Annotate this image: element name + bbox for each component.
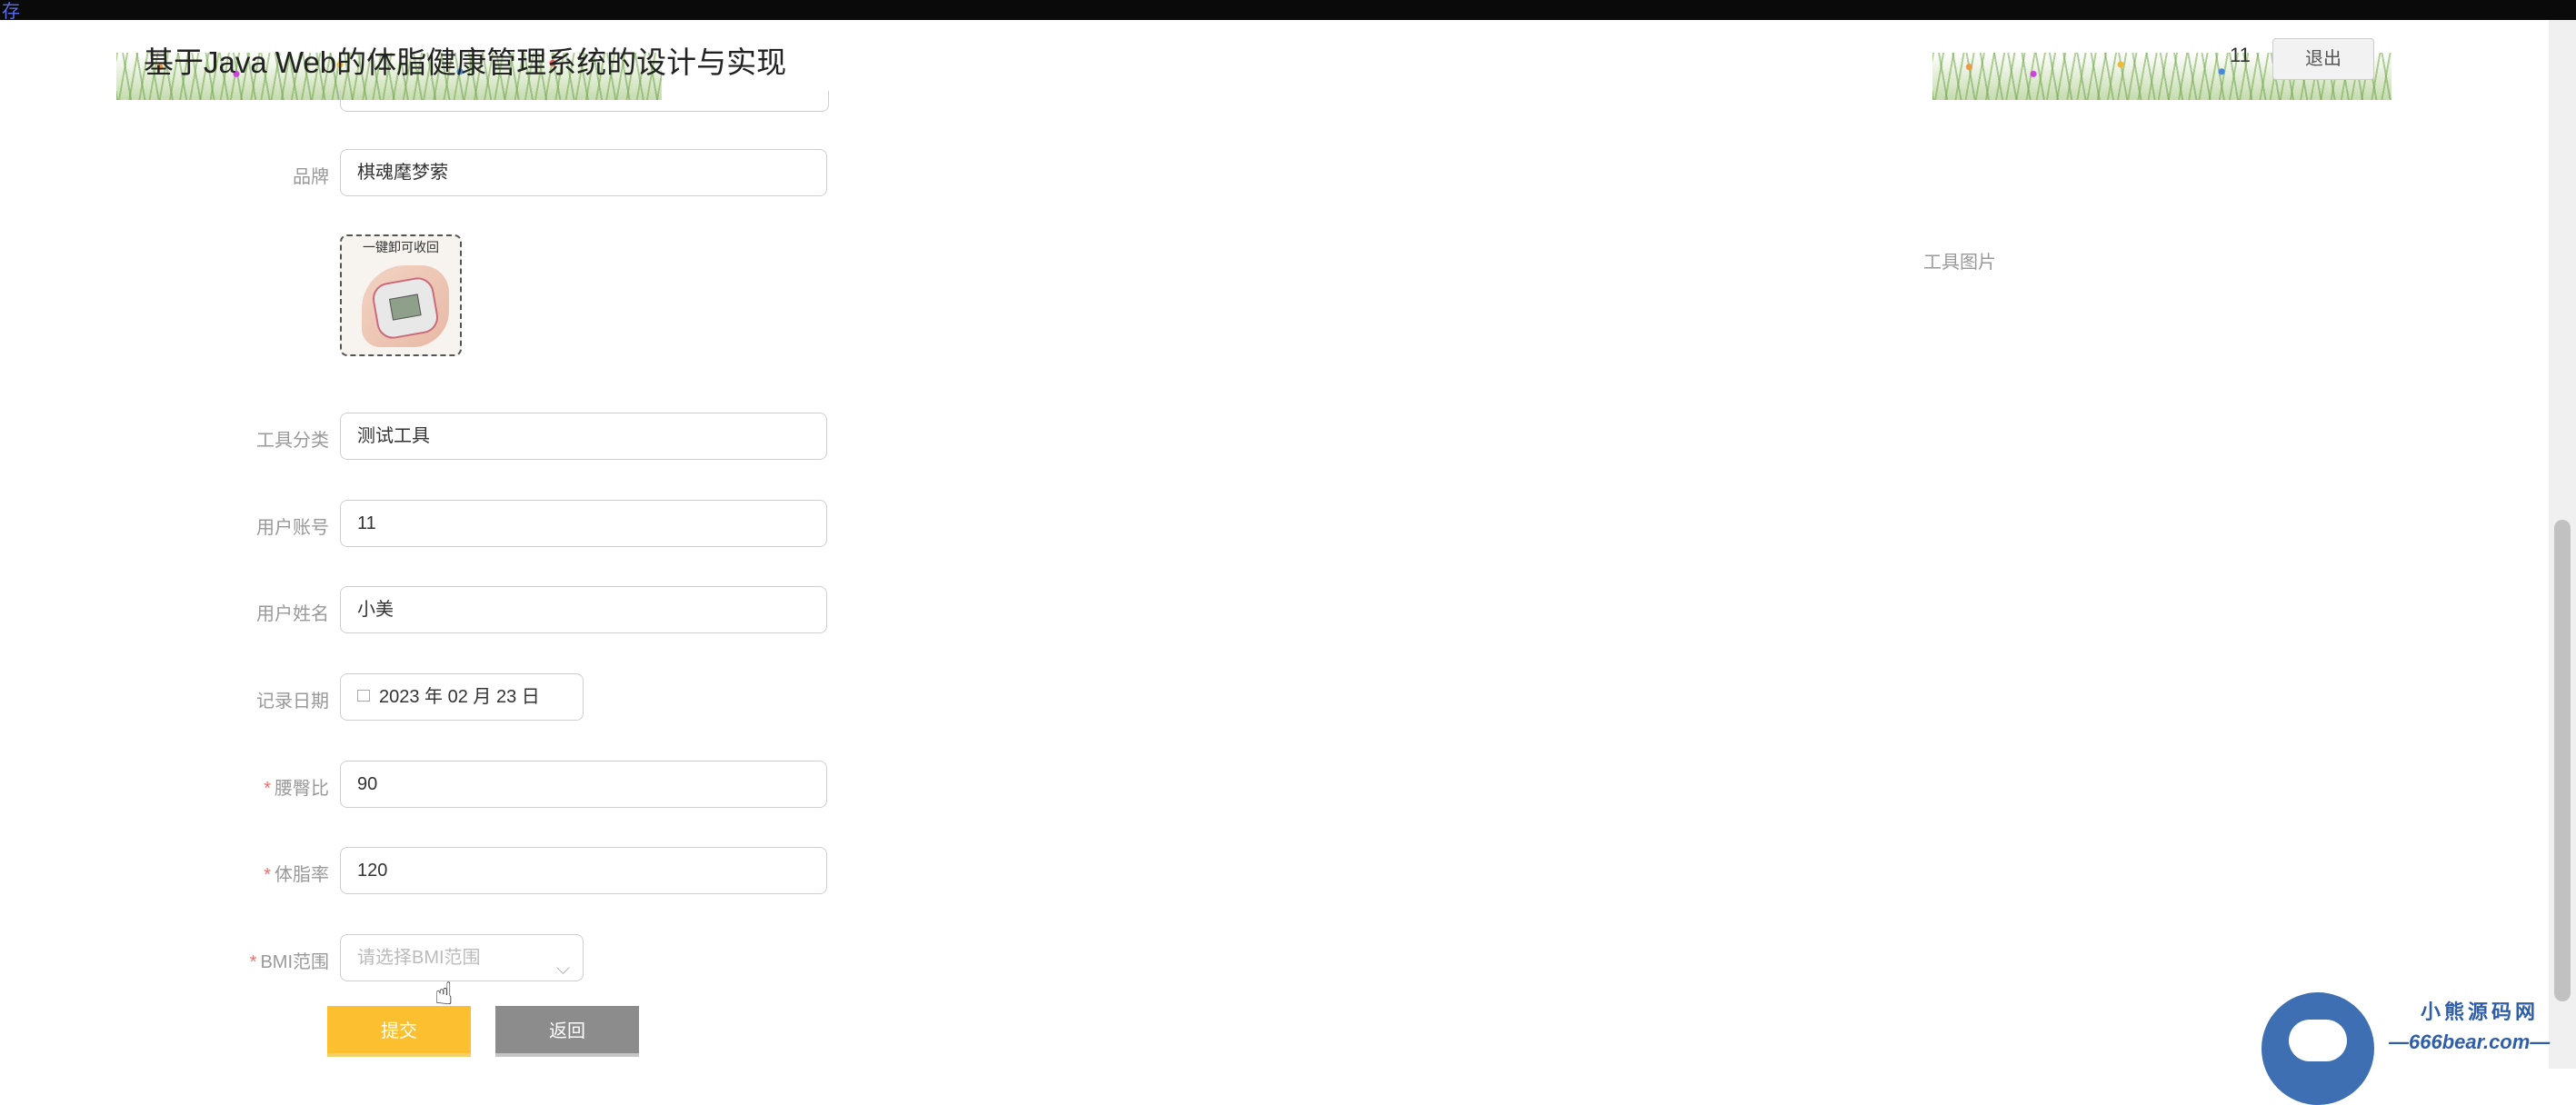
record-date-value: 2023 年 02 月 23 日: [379, 687, 540, 707]
waist-hip-ratio-row: * 腰臀比 90: [0, 761, 909, 810]
tool-image-device: [370, 274, 441, 342]
calendar-icon: [357, 690, 370, 702]
bear-face: [2289, 1020, 2347, 1061]
required-mark: *: [264, 865, 271, 885]
back-button[interactable]: 返回: [495, 1006, 639, 1057]
record-date-label: 记录日期: [256, 692, 329, 712]
chevron-down-icon: ⌵: [555, 959, 570, 979]
scrolled-input-edge: [340, 91, 829, 112]
tool-image-label: 工具图片: [1923, 253, 1996, 273]
user-name-label: 用户姓名: [256, 604, 329, 624]
logout-button[interactable]: 退出: [2272, 38, 2374, 80]
user-account-row: 用户账号 11: [0, 500, 909, 549]
brand-input[interactable]: 棋魂麾梦萦: [340, 149, 827, 196]
user-name-row: 用户姓名 小美: [0, 586, 909, 635]
app-header: 基于Java Web的体脂健康管理系统的设计与实现 11 退出: [116, 20, 2391, 100]
bmi-range-placeholder: 请选择BMI范围: [357, 948, 481, 968]
top-black-bar: 存: [0, 0, 2576, 22]
page-scrollbar[interactable]: [2549, 20, 2576, 1069]
watermark: 小熊源码网 —666bear.com—: [2261, 992, 2561, 1105]
record-date-picker[interactable]: 2023 年 02 月 23 日: [340, 673, 584, 721]
waist-hip-ratio-input[interactable]: 90: [340, 761, 827, 808]
bmi-range-label-text: BMI范围: [260, 952, 329, 972]
bmi-range-label: * BMI范围: [250, 947, 329, 973]
required-mark: *: [249, 952, 257, 972]
tool-image-caption: 一键卸可收回: [363, 240, 439, 254]
user-account-label: 用户账号: [256, 518, 329, 538]
tool-category-label: 工具分类: [256, 431, 329, 451]
required-mark: *: [264, 779, 271, 799]
body-fat-rate-row: * 体脂率 120: [0, 847, 909, 896]
waist-hip-ratio-label-text: 腰臀比: [275, 779, 329, 799]
current-user: 11: [2230, 44, 2251, 66]
scrollbar-thumb[interactable]: [2554, 520, 2571, 1001]
body-fat-rate-label: * 体脂率: [264, 860, 329, 886]
body-fat-rate-input[interactable]: 120: [340, 847, 827, 894]
watermark-title: 小熊源码网: [2421, 1000, 2540, 1023]
record-date-row: 记录日期 2023 年 02 月 23 日: [0, 673, 909, 722]
watermark-url: —666bear.com—: [2389, 1030, 2551, 1053]
bmi-range-select[interactable]: 请选择BMI范围 ⌵: [340, 934, 584, 981]
body-fat-rate-label-text: 体脂率: [275, 865, 329, 885]
user-account-input[interactable]: 11: [340, 500, 827, 547]
brand-label: 品牌: [293, 167, 329, 187]
tool-image-device-screen: [388, 294, 422, 321]
bmi-range-row: * BMI范围 请选择BMI范围 ⌵: [0, 934, 909, 983]
bear-logo-icon: [2261, 992, 2374, 1105]
site-title: 基于Java Web的体脂健康管理系统的设计与实现: [144, 45, 787, 79]
tool-image-upload[interactable]: 一键卸可收回: [340, 234, 462, 356]
tool-category-row: 工具分类 测试工具: [0, 413, 909, 462]
tool-category-input[interactable]: 测试工具: [340, 413, 827, 460]
submit-button[interactable]: 提交: [327, 1006, 471, 1057]
top-corner-text: 存: [2, 2, 20, 22]
user-name-input[interactable]: 小美: [340, 586, 827, 633]
brand-row: 品牌 棋魂麾梦萦: [0, 149, 909, 198]
waist-hip-ratio-label: * 腰臀比: [264, 773, 329, 800]
